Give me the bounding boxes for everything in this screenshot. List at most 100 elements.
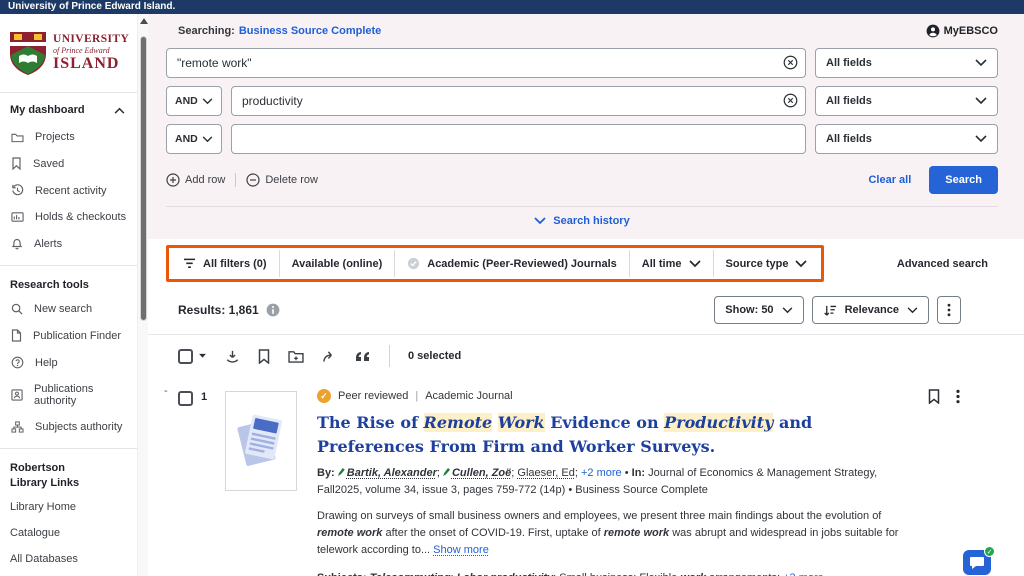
search-term-input-1[interactable] (166, 48, 806, 78)
add-to-project-button[interactable] (288, 350, 304, 363)
result-thumbnail[interactable] (225, 391, 297, 491)
search-panel: Searching:Business Source Complete MyEBS… (148, 14, 1024, 239)
clear-term-icon[interactable] (783, 55, 798, 70)
upei-wordmark: UNIVERSITY of Prince Edward ISLAND (53, 34, 129, 72)
download-button[interactable] (225, 349, 240, 364)
sidebar-item-publications-authority[interactable]: Publications authority (0, 376, 137, 414)
account-icon (926, 24, 940, 38)
search-button[interactable]: Search (929, 166, 998, 194)
field-select-1[interactable]: All fields (815, 48, 998, 78)
history-icon (11, 184, 24, 197)
sidebar-item-help[interactable]: Help (0, 349, 137, 376)
result-number: 1 (201, 391, 207, 576)
sidebar-item-recent-activity[interactable]: Recent activity (0, 177, 137, 204)
show-per-page-select[interactable]: Show: 50 (714, 296, 803, 324)
sidebar-item-subjects-authority[interactable]: Subjects authority (0, 414, 137, 440)
result-byline: By: Bartik, Alexander; Cullen, Zoë; Glae… (317, 465, 917, 499)
minus-circle-icon (246, 173, 260, 187)
search-row-2: AND All fields (166, 86, 998, 116)
result-abstract: Drawing on surveys of small business own… (317, 508, 917, 559)
add-row-button[interactable]: Add row (166, 173, 225, 187)
divider (389, 345, 390, 367)
chat-widget-button[interactable]: ✓ (963, 550, 991, 575)
sidebar-item-alerts[interactable]: Alerts (0, 230, 137, 257)
info-icon[interactable] (266, 303, 280, 317)
sidebar-section-research-tools: Research tools (0, 266, 137, 296)
sidebar-item-library-home[interactable]: Library Home (0, 494, 137, 520)
field-select-3[interactable]: All fields (815, 124, 998, 154)
vertical-scrollbar[interactable] (137, 14, 148, 576)
source-type-filter[interactable]: Source type (713, 250, 820, 277)
chevron-up-icon (114, 107, 125, 114)
operator-select-3[interactable]: AND (166, 124, 222, 154)
check-circle-icon (407, 257, 420, 270)
result-item: - 1 (148, 377, 1024, 576)
bulk-actions-toolbar: 0 selected (148, 334, 1024, 377)
scrollbar-thumb[interactable] (140, 36, 147, 321)
sidebar-item-new-search[interactable]: New search (0, 296, 137, 322)
search-icon (11, 303, 23, 315)
library-links: Robertson Library Links Library Home Cat… (0, 449, 137, 572)
cite-button[interactable] (355, 350, 371, 362)
sidebar-item-saved[interactable]: Saved (0, 150, 137, 177)
all-time-filter[interactable]: All time (629, 250, 713, 277)
chevron-down-icon (782, 307, 793, 314)
chevron-down-icon (975, 97, 987, 105)
source-type-label: Academic Journal (425, 390, 512, 402)
chevron-down-icon (975, 59, 987, 67)
result-checkbox[interactable] (178, 391, 193, 406)
results-overflow-menu[interactable] (937, 296, 961, 324)
scrollbar-up-arrow[interactable] (140, 18, 148, 24)
sidebar: UNIVERSITY of Prince Edward ISLAND My da… (0, 14, 137, 576)
delete-row-button[interactable]: Delete row (235, 173, 318, 187)
plus-circle-icon (166, 173, 180, 187)
search-term-input-2[interactable] (231, 86, 806, 116)
library-card-icon (11, 211, 24, 223)
sort-select[interactable]: Relevance (812, 296, 929, 324)
chevron-down-icon (907, 307, 918, 314)
sidebar-item-publication-finder[interactable]: Publication Finder (0, 322, 137, 349)
sidebar-item-projects[interactable]: Projects (0, 124, 137, 150)
result-title-link[interactable]: The Rise of Remote Work Evidence on Prod… (317, 411, 902, 459)
operator-select-2[interactable]: AND (166, 86, 222, 116)
divider: | (415, 390, 418, 402)
chevron-down-icon (202, 98, 213, 105)
list-marker: - (164, 383, 178, 576)
save-bookmark-button[interactable] (258, 349, 270, 364)
select-caret-icon[interactable] (198, 353, 207, 359)
results-count: Results: 1,861 (178, 303, 280, 317)
chevron-down-icon (795, 260, 807, 268)
myebsco-button[interactable]: MyEBSCO (926, 24, 998, 38)
upei-shield-icon (8, 30, 48, 76)
result-overflow-menu[interactable] (956, 389, 960, 404)
available-online-filter[interactable]: Available (online) (279, 250, 395, 277)
sidebar-item-all-databases[interactable]: All Databases (0, 546, 137, 572)
select-all-checkbox[interactable] (178, 349, 193, 364)
kebab-icon (956, 389, 960, 404)
sidebar-item-catalogue[interactable]: Catalogue (0, 520, 137, 546)
field-select-2[interactable]: All fields (815, 86, 998, 116)
searching-label: Searching:Business Source Complete (178, 25, 381, 37)
peer-reviewed-label: Peer reviewed (338, 390, 408, 402)
bookmark-result-button[interactable] (928, 389, 940, 404)
database-link[interactable]: Business Source Complete (239, 25, 381, 37)
search-term-input-3[interactable] (231, 124, 806, 154)
chevron-down-icon (534, 217, 546, 225)
sidebar-item-holds-checkouts[interactable]: Holds & checkouts (0, 204, 137, 230)
clear-all-button[interactable]: Clear all (868, 174, 911, 186)
peer-reviewed-filter[interactable]: Academic (Peer-Reviewed) Journals (394, 250, 629, 277)
sidebar-section-my-dashboard[interactable]: My dashboard (0, 93, 137, 124)
sort-icon (823, 304, 837, 317)
help-icon (11, 356, 24, 369)
chevron-down-icon (689, 260, 701, 268)
advanced-search-link[interactable]: Advanced search (897, 258, 988, 270)
upei-logo[interactable]: UNIVERSITY of Prince Edward ISLAND (0, 20, 137, 88)
peer-reviewed-icon: ✓ (317, 389, 331, 403)
share-button[interactable] (322, 350, 337, 363)
search-row-3: AND All fields (166, 124, 998, 154)
all-filters-button[interactable]: All filters (0) (171, 250, 279, 277)
selected-count: 0 selected (408, 350, 461, 362)
search-history-toggle[interactable]: Search history (166, 207, 998, 239)
result-subjects: Subjects: Telecommuting; Labor productiv… (317, 570, 917, 576)
clear-term-icon[interactable] (783, 93, 798, 108)
